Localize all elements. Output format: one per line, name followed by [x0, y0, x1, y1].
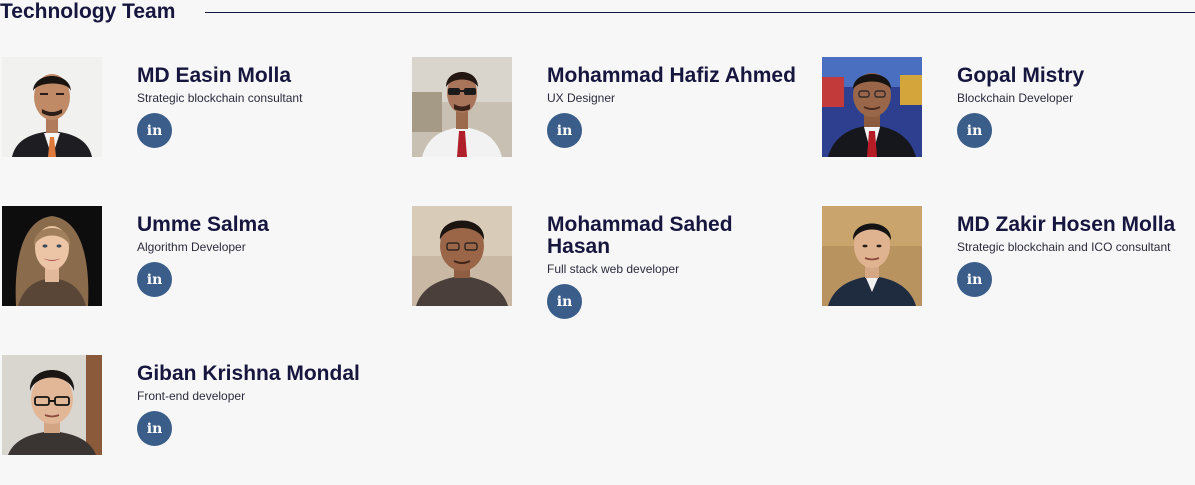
linkedin-icon[interactable]: in [137, 411, 172, 446]
team-member-card: MD Zakir Hosen Molla Strategic blockchai… [820, 206, 1195, 336]
member-info: Umme Salma Algorithm Developer in [137, 206, 387, 297]
member-role: UX Designer [547, 91, 616, 105]
member-role: Full stack web developer [547, 262, 680, 276]
linkedin-icon[interactable]: in [137, 113, 172, 148]
member-name: MD Zakir Hosen Molla [957, 213, 1176, 236]
linkedin-icon[interactable]: in [957, 113, 992, 148]
linkedin-icon[interactable]: in [547, 284, 582, 319]
member-info: MD Zakir Hosen Molla Strategic blockchai… [957, 206, 1195, 297]
linkedin-icon[interactable]: in [957, 262, 992, 297]
member-info: Gopal Mistry Blockchain Developer in [957, 57, 1195, 148]
member-name: Mohammad Hafiz Ahmed [547, 64, 796, 87]
linkedin-icon[interactable]: in [547, 113, 582, 148]
team-member-card: Umme Salma Algorithm Developer in [0, 206, 380, 336]
member-photo [2, 355, 102, 455]
team-member-card: Gopal Mistry Blockchain Developer in [820, 57, 1195, 187]
person-photo-icon [2, 206, 102, 306]
member-info: Mohammad Hafiz Ahmed UX Designer in [547, 57, 797, 148]
member-photo [822, 57, 922, 157]
person-photo-icon [412, 206, 512, 306]
linkedin-icon[interactable]: in [137, 262, 172, 297]
member-name: Gopal Mistry [957, 64, 1085, 87]
member-photo [822, 206, 922, 306]
person-photo-icon [2, 355, 102, 455]
member-name: MD Easin Molla [137, 64, 292, 87]
member-role: Front-end developer [137, 389, 246, 403]
member-role: Strategic blockchain consultant [137, 91, 303, 105]
member-photo [412, 206, 512, 306]
person-photo-icon [2, 57, 102, 157]
team-member-card: Mohammad Sahed Hasan Full stack web deve… [410, 206, 790, 336]
member-photo [412, 57, 512, 157]
member-photo [2, 206, 102, 306]
member-name: Umme Salma [137, 213, 269, 236]
team-grid: MD Easin Molla Strategic blockchain cons… [0, 0, 1195, 479]
member-photo [2, 57, 102, 157]
person-photo-icon [822, 57, 922, 157]
team-member-card: MD Easin Molla Strategic blockchain cons… [0, 57, 380, 187]
member-role: Algorithm Developer [137, 240, 246, 254]
person-photo-icon [412, 57, 512, 157]
member-role: Blockchain Developer [957, 91, 1074, 105]
member-info: MD Easin Molla Strategic blockchain cons… [137, 57, 387, 148]
member-name: Giban Krishna Mondal [137, 362, 360, 385]
member-info: Giban Krishna Mondal Front-end developer… [137, 355, 387, 446]
member-name: Mohammad Sahed Hasan [547, 213, 733, 258]
person-photo-icon [822, 206, 922, 306]
team-member-card: Mohammad Hafiz Ahmed UX Designer in [410, 57, 796, 187]
team-member-card: Giban Krishna Mondal Front-end developer… [0, 355, 380, 485]
member-role: Strategic blockchain and ICO consultant [957, 240, 1171, 254]
member-info: Mohammad Sahed Hasan Full stack web deve… [547, 206, 797, 319]
